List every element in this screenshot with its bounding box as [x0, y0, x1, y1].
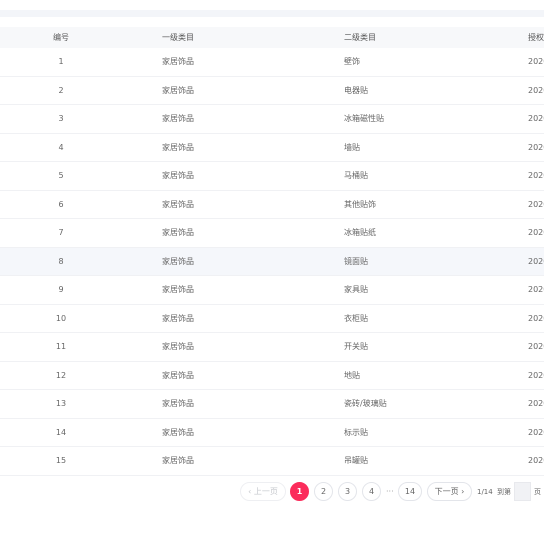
page-button-1[interactable]: 1	[290, 482, 309, 501]
page-button-3[interactable]: 3	[338, 482, 357, 501]
table-row[interactable]: 15 家居饰品 吊罐贴 2020	[0, 447, 544, 476]
cell-level1-category: 家居饰品	[162, 285, 194, 295]
cell-level1-category: 家居饰品	[162, 85, 194, 95]
cell-level1-category: 家居饰品	[162, 228, 194, 238]
cell-level1-category: 家居饰品	[162, 313, 194, 323]
cell-level1-category: 家居饰品	[162, 142, 194, 152]
page-ellipsis: ···	[386, 487, 394, 496]
cell-auth-time: 2020	[528, 142, 544, 152]
cell-level1-category: 家居饰品	[162, 256, 194, 266]
table-body: 1家居饰品壁饰20202家居饰品电器贴20203家居饰品冰箱磁性贴20204家居…	[0, 48, 544, 476]
cell-id: 8	[58, 256, 64, 266]
cell-id: 4	[58, 142, 64, 152]
table-row[interactable]: 8 家居饰品 镜面贴 2020	[0, 247, 544, 276]
cell-level2-category: 瓷砖/玻璃贴	[344, 399, 387, 409]
cell-id: 9	[58, 285, 64, 295]
table-row[interactable]: 9 家居饰品 家具贴 2020	[0, 276, 544, 305]
cell-auth-time: 2020	[528, 171, 544, 181]
cell-id: 3	[58, 114, 64, 124]
cell-level2-category: 地贴	[344, 370, 360, 380]
header-level2-category[interactable]: 二级类目	[344, 27, 376, 48]
cell-auth-time: 2020	[528, 285, 544, 295]
cell-level2-category: 其他贴饰	[344, 199, 376, 209]
cell-id: 14	[55, 427, 67, 437]
cell-id: 12	[55, 370, 67, 380]
cell-auth-time: 2020	[528, 342, 544, 352]
cell-level2-category: 衣柜贴	[344, 313, 368, 323]
cell-level2-category: 冰箱贴纸	[344, 228, 376, 238]
table-row[interactable]: 11 家居饰品 开关贴 2020	[0, 333, 544, 362]
table-row[interactable]: 7 家居饰品 冰箱贴纸 2020	[0, 219, 544, 248]
table-row[interactable]: 4 家居饰品 墙贴 2020	[0, 134, 544, 162]
table-row[interactable]: 1 家居饰品 壁饰 2020	[0, 48, 544, 77]
cell-id: 10	[55, 313, 67, 323]
table-row[interactable]: 5 家居饰品 马桶贴 2020	[0, 162, 544, 191]
cell-id: 7	[58, 228, 64, 238]
cell-level1-category: 家居饰品	[162, 399, 194, 409]
table-row[interactable]: 6 家居饰品 其他贴饰 2020	[0, 191, 544, 219]
header-level1-category[interactable]: 一级类目	[162, 27, 194, 48]
cell-id: 11	[55, 342, 67, 352]
cell-level1-category: 家居饰品	[162, 370, 194, 380]
cell-level2-category: 电器贴	[344, 85, 368, 95]
header-id[interactable]: 编号	[50, 27, 72, 48]
cell-level1-category: 家居饰品	[162, 456, 194, 466]
cell-level1-category: 家居饰品	[162, 114, 194, 124]
cell-level1-category: 家居饰品	[162, 427, 194, 437]
cell-auth-time: 2020	[528, 57, 544, 67]
cell-auth-time: 2020	[528, 228, 544, 238]
cell-level2-category: 家具贴	[344, 285, 368, 295]
cell-level2-category: 镜面贴	[344, 256, 368, 266]
header-auth-time[interactable]: 授权	[528, 27, 544, 48]
page-button-last[interactable]: 14	[398, 482, 422, 501]
prev-page-button[interactable]: ‹ 上一页	[240, 482, 286, 501]
cell-level1-category: 家居饰品	[162, 199, 194, 209]
cell-id: 13	[55, 399, 67, 409]
page-button-2[interactable]: 2	[314, 482, 333, 501]
cell-level2-category: 墙贴	[344, 142, 360, 152]
pagination: ‹ 上一页 1 2 3 4 ··· 14 下一页 › 1/14 到第 页	[0, 482, 544, 502]
cell-id: 1	[58, 57, 64, 67]
cell-level2-category: 吊罐贴	[344, 456, 368, 466]
cell-level2-category: 开关贴	[344, 342, 368, 352]
cell-auth-time: 2020	[528, 456, 544, 466]
cell-auth-time: 2020	[528, 313, 544, 323]
cell-level1-category: 家居饰品	[162, 171, 194, 181]
next-page-button[interactable]: 下一页 ›	[427, 482, 472, 501]
top-bar	[0, 10, 544, 17]
page-button-4[interactable]: 4	[362, 482, 381, 501]
table-row[interactable]: 12 家居饰品 地贴 2020	[0, 362, 544, 390]
cell-id: 2	[58, 85, 64, 95]
cell-auth-time: 2020	[528, 427, 544, 437]
cell-auth-time: 2020	[528, 256, 544, 266]
cell-id: 6	[58, 199, 64, 209]
cell-level2-category: 壁饰	[344, 57, 360, 67]
cell-level1-category: 家居饰品	[162, 342, 194, 352]
goto-label: 到第	[497, 487, 511, 496]
table-header: 编号 一级类目 二级类目 授权	[0, 27, 544, 48]
cell-auth-time: 2020	[528, 370, 544, 380]
cell-level2-category: 马桶贴	[344, 171, 368, 181]
cell-auth-time: 2020	[528, 399, 544, 409]
category-table: 编号 一级类目 二级类目 授权 1家居饰品壁饰20202家居饰品电器贴20203…	[0, 27, 544, 476]
cell-id: 15	[55, 456, 67, 466]
goto-page-input[interactable]	[514, 482, 531, 501]
cell-level2-category: 冰箱磁性贴	[344, 114, 384, 124]
table-row[interactable]: 14 家居饰品 标示贴 2020	[0, 419, 544, 447]
page-info: 1/14	[477, 487, 493, 496]
cell-auth-time: 2020	[528, 85, 544, 95]
cell-auth-time: 2020	[528, 199, 544, 209]
table-row[interactable]: 13 家居饰品 瓷砖/玻璃贴 2020	[0, 390, 544, 419]
table-row[interactable]: 10 家居饰品 衣柜贴 2020	[0, 305, 544, 333]
goto-suffix: 页	[534, 487, 541, 496]
cell-auth-time: 2020	[528, 114, 544, 124]
cell-level2-category: 标示贴	[344, 427, 368, 437]
cell-id: 5	[58, 171, 64, 181]
table-row[interactable]: 3 家居饰品 冰箱磁性贴 2020	[0, 105, 544, 134]
cell-level1-category: 家居饰品	[162, 57, 194, 67]
table-row[interactable]: 2 家居饰品 电器贴 2020	[0, 77, 544, 105]
